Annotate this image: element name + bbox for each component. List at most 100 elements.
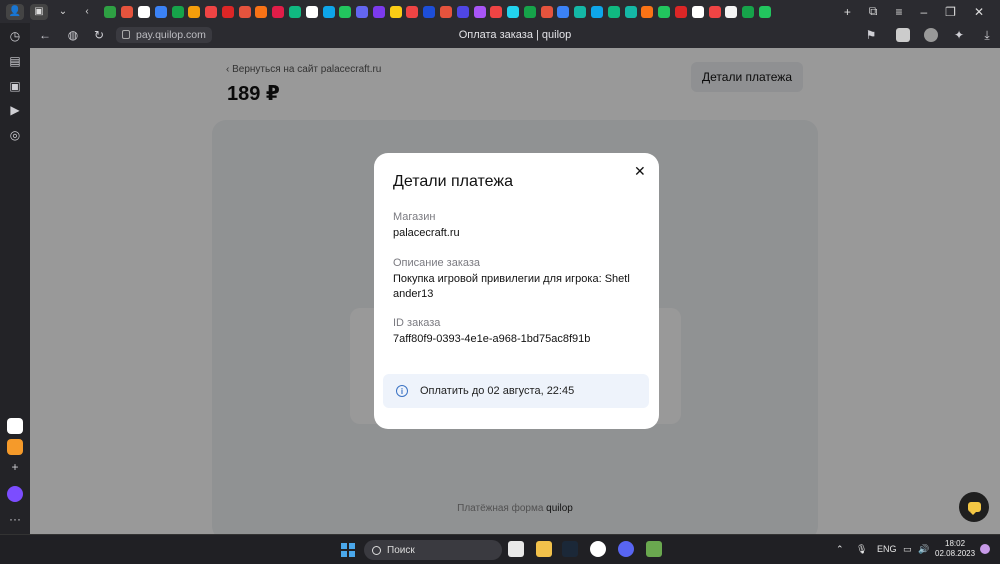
pinned-tab-icon[interactable]	[674, 5, 687, 18]
discord-icon[interactable]	[618, 541, 634, 557]
pinned-tab-icon[interactable]	[372, 5, 385, 18]
profile-icon[interactable]: 👤	[6, 3, 24, 20]
extension-2-icon[interactable]	[924, 28, 938, 42]
description-line-1: Покупка игровой привилегии для игрока: S…	[393, 273, 630, 285]
info-icon: i	[396, 385, 408, 397]
restore-icon[interactable]: ❐	[945, 5, 956, 19]
file-explorer-icon[interactable]	[536, 541, 552, 557]
downloads-icon[interactable]: ⤓	[980, 28, 994, 42]
pinned-tab-icon[interactable]	[758, 5, 771, 18]
deadline-text: Оплатить до 02 августа, 22:45	[420, 385, 575, 397]
pinned-tab-icon[interactable]	[154, 5, 167, 18]
windows-start-icon[interactable]	[341, 543, 355, 557]
order-id-label: ID заказа	[393, 317, 441, 329]
pinned-tab-icon[interactable]	[339, 5, 352, 18]
pinned-tab-icon[interactable]	[591, 5, 604, 18]
pinned-tab-icon[interactable]	[423, 5, 436, 18]
pinned-tab-icon[interactable]	[574, 5, 587, 18]
payment-details-modal: Детали платежа ✕ Магазин palacecraft.ru …	[374, 153, 659, 429]
screenshot-icon[interactable]: ◎	[7, 127, 23, 143]
tab-menu-chevron-icon[interactable]: ⌄	[54, 4, 72, 20]
volume-icon[interactable]: 🔊	[918, 544, 929, 555]
clock[interactable]: 18:02 02.08.2023	[935, 539, 975, 559]
pinned-tab-icon[interactable]	[473, 5, 486, 18]
pinned-tab-icon[interactable]	[288, 5, 301, 18]
pinned-tab-icon[interactable]	[691, 5, 704, 18]
page-title-bar: Оплата заказа | quilop	[458, 29, 572, 41]
pinned-tab-icon[interactable]	[440, 5, 453, 18]
tab-group-icon[interactable]: ▣	[30, 3, 48, 20]
microphone-icon[interactable]: 🎙	[856, 544, 867, 555]
alice-icon[interactable]	[7, 486, 23, 502]
pinned-tab-icon[interactable]	[171, 5, 184, 18]
modal-title: Детали платежа	[393, 173, 513, 190]
history-icon[interactable]: ◷	[7, 28, 23, 44]
pinned-tab-icon[interactable]	[641, 5, 654, 18]
pinned-tab-icon[interactable]	[205, 5, 218, 18]
pinned-tab-icon[interactable]	[708, 5, 721, 18]
pinned-tab-icon[interactable]	[104, 5, 117, 18]
deadline-note: i Оплатить до 02 августа, 22:45	[383, 374, 649, 408]
store-icon[interactable]	[508, 541, 524, 557]
pinned-tab-icon[interactable]	[188, 5, 201, 18]
screen: 👤 ▣ ⌄ ‹ + ⧉ ≡ – ❐ ✕ ◷ ▤ ▣ ▶ ◎ + ··· ← ◍ …	[0, 0, 1000, 564]
pinned-tab-icon[interactable]	[221, 5, 234, 18]
collections-icon[interactable]: ⧉	[869, 4, 878, 19]
more-icon[interactable]: ···	[7, 511, 23, 527]
steam-icon[interactable]	[562, 541, 578, 557]
puzzle-icon[interactable]: ✦	[952, 28, 966, 42]
pinned-tab-icon[interactable]	[389, 5, 402, 18]
collections-sidebar-icon[interactable]: ▤	[7, 53, 23, 69]
address-bar: ← ◍ ↻ pay.quilop.com Оплата заказа | qui…	[30, 23, 1000, 48]
pinned-tab-icon[interactable]	[356, 5, 369, 18]
video-icon[interactable]: ▶	[7, 102, 23, 118]
pinned-tab-icon[interactable]	[456, 5, 469, 18]
description-line-2: ander13	[393, 288, 434, 300]
search-icon	[372, 545, 381, 555]
pinned-tabs	[102, 5, 837, 18]
pinned-tab-icon[interactable]	[255, 5, 268, 18]
extension-icon[interactable]	[896, 28, 910, 42]
chat-icon	[967, 502, 981, 515]
add-sidebar-icon[interactable]: +	[7, 459, 23, 475]
mail-icon[interactable]	[7, 439, 23, 455]
pinned-tab-icon[interactable]	[137, 5, 150, 18]
pinned-tab-icon[interactable]	[624, 5, 637, 18]
close-icon[interactable]: ✕	[634, 163, 646, 180]
pinned-tab-icon[interactable]	[490, 5, 503, 18]
new-tab-icon[interactable]: +	[844, 5, 851, 19]
pinned-tab-icon[interactable]	[540, 5, 553, 18]
taskbar: Поиск ⌃ 🎙 ENG ▭ 🔊 18:02 02.08.2023	[0, 534, 1000, 564]
pinned-tab-icon[interactable]	[238, 5, 251, 18]
tab-strip: 👤 ▣ ⌄ ‹ + ⧉ ≡ – ❐ ✕	[0, 0, 1000, 23]
pinned-tab-icon[interactable]	[742, 5, 755, 18]
pinned-tab-icon[interactable]	[121, 5, 134, 18]
pinned-tab-icon[interactable]	[322, 5, 335, 18]
pinned-tab-icon[interactable]	[607, 5, 620, 18]
pinned-tab-icon[interactable]	[272, 5, 285, 18]
minecraft-icon[interactable]	[646, 541, 662, 557]
pinned-tab-icon[interactable]	[557, 5, 570, 18]
network-icon[interactable]: ▭	[903, 544, 912, 555]
pinned-tab-icon[interactable]	[523, 5, 536, 18]
pinned-tab-icon[interactable]	[305, 5, 318, 18]
bookmark-icon[interactable]: ⚑	[864, 28, 878, 42]
chat-button[interactable]	[959, 492, 989, 522]
taskbar-search[interactable]: Поиск	[364, 540, 502, 560]
order-id-value: 7aff80f9-0393-4e1e-a968-1bd75ac8f91b	[393, 333, 591, 345]
notifications-icon[interactable]	[980, 544, 990, 554]
pinned-tab-icon[interactable]	[725, 5, 738, 18]
browser-sidebar: ◷ ▤ ▣ ▶ ◎ + ···	[0, 23, 30, 534]
app-icon[interactable]	[7, 418, 23, 434]
tabs-scroll-left-icon[interactable]: ‹	[78, 4, 96, 20]
pinned-tab-icon[interactable]	[406, 5, 419, 18]
menu-icon[interactable]: ≡	[895, 5, 902, 19]
counter-icon[interactable]: ▣	[7, 78, 23, 94]
language-indicator[interactable]: ENG	[877, 544, 897, 554]
pinned-tab-icon[interactable]	[658, 5, 671, 18]
close-window-icon[interactable]: ✕	[974, 5, 984, 19]
minimize-icon[interactable]: –	[920, 5, 927, 19]
tray-chevron-icon[interactable]: ⌃	[836, 544, 844, 555]
pinned-tab-icon[interactable]	[507, 5, 520, 18]
yandex-browser-icon[interactable]	[590, 541, 606, 557]
